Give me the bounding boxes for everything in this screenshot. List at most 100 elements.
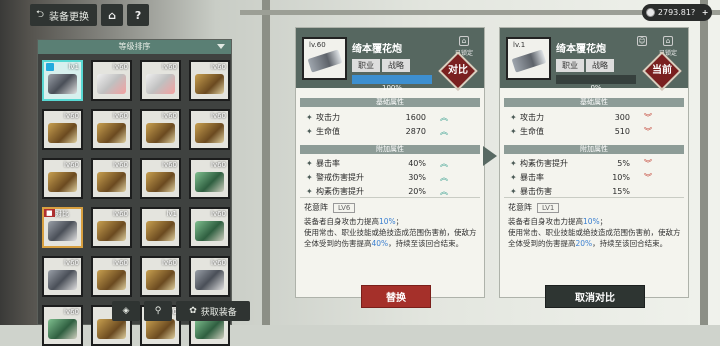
card-level: lv60 [211, 259, 226, 267]
stat-label: 暴击伤害 [520, 186, 552, 196]
item-name: 绮本覆花炮 [352, 44, 402, 55]
equipment-card[interactable]: lv60 [140, 60, 181, 101]
filter-icon: ◈ [122, 306, 130, 316]
back-label: 装备更换 [49, 11, 90, 23]
cannon-icon [511, 49, 547, 73]
help-button[interactable]: ? [127, 4, 150, 26]
compare-item-panel: lv.60 绮本覆花炮 职业 战略 100% ⌂ 已锁定 对比 基础属性 ✦ 攻击力… [295, 27, 485, 308]
compare-stamp: 对比 [438, 51, 478, 91]
equipment-card[interactable]: lv60 [91, 60, 132, 101]
stat-value: 40% [408, 158, 426, 168]
stat-icon: ✦ [306, 158, 313, 168]
sort-label: 等级排序 [118, 42, 151, 51]
cannon-icon [307, 49, 343, 73]
stat-value: 30% [408, 172, 426, 182]
chevron-down-icon [217, 44, 225, 49]
equipment-card[interactable]: lv60 [189, 109, 230, 150]
equipment-card[interactable]: lv60 [91, 256, 132, 297]
card-level: lv1 [166, 210, 177, 218]
arrow-down-icon: ︾ [644, 112, 652, 122]
stat-label: 攻击力 [316, 112, 340, 122]
equipment-card[interactable]: lv60 [91, 207, 132, 248]
filter-button[interactable]: ◈ [112, 301, 140, 321]
stat-row: ✦ 生命值 2870 ︽ [306, 125, 474, 137]
sort-dropdown[interactable]: 等级排序 [38, 40, 231, 54]
stat-label: 构素伤害提升 [316, 186, 364, 196]
stat-label: 构素伤害提升 [520, 158, 568, 168]
skill-level: LV1 [537, 202, 560, 213]
card-level: lv60 [162, 112, 177, 120]
equipment-card[interactable]: lv1 [140, 207, 181, 248]
card-level: lv60 [113, 63, 128, 71]
home-button[interactable]: ⌂ [101, 4, 124, 26]
stat-icon: ✦ [510, 186, 517, 196]
stat-label: 生命值 [520, 126, 544, 136]
stat-row: ✦ 生命值 510 ︾ [510, 125, 678, 137]
add-currency-button[interactable]: + [698, 8, 712, 17]
skill-header: 花意阵 LV6 [304, 202, 356, 213]
replace-button[interactable]: 替换 [361, 285, 431, 308]
desc-highlight: 40% [371, 239, 389, 248]
card-level: lv60 [113, 112, 128, 120]
equipment-card[interactable]: lv1 [42, 60, 83, 101]
list-toolbar: ◈ ⚲ ✿ 获取装备 [37, 300, 250, 322]
item-header: lv.1 绮本覆花炮 职业 战略 0% ☺ ⌂ 已锁定 当前 [500, 28, 688, 92]
card-level: lv60 [211, 161, 226, 169]
stat-label: 警戒伤害提升 [316, 172, 364, 182]
item-level: lv.1 [513, 41, 526, 49]
coin-icon [646, 8, 655, 17]
card-level: lv60 [113, 259, 128, 267]
equipped-check-icon [46, 63, 54, 71]
equipment-card[interactable]: lv60 [140, 109, 181, 150]
equipment-icon [146, 74, 175, 94]
stat-icon: ✦ [306, 186, 313, 196]
equipment-card[interactable]: lv60 [42, 158, 83, 199]
arrow-up-icon: ︽ [440, 126, 448, 136]
equipment-card[interactable]: lv60 [189, 207, 230, 248]
card-level: lv60 [64, 112, 79, 120]
card-level: lv60 [162, 63, 177, 71]
desc-text: 装备者自身攻击力提高 [304, 217, 379, 226]
stat-value: 20% [408, 186, 426, 196]
arrow-down-icon: ︾ [644, 126, 652, 136]
job-label: 职业 [352, 59, 380, 72]
obtain-equipment-button[interactable]: ✿ 获取装备 [176, 301, 250, 321]
equipment-card[interactable]: lv60 [189, 256, 230, 297]
item-name: 绮本覆花炮 [556, 44, 606, 55]
skill-name: 花意阵 [508, 203, 532, 212]
progress-fill [352, 75, 432, 84]
extra-stats-title: 附加属性 [300, 145, 480, 154]
arrow-up-icon: ︽ [440, 158, 448, 168]
equipment-card[interactable]: lv60 [91, 158, 132, 199]
equipment-card[interactable]: lv60 [140, 256, 181, 297]
equipment-card[interactable]: lv60 [91, 109, 132, 150]
equipment-card[interactable]: lv60 [189, 158, 230, 199]
desc-text: ，持续至该回合结束。 [592, 239, 668, 248]
divider [504, 197, 684, 198]
card-level: lv60 [64, 161, 79, 169]
stamp-label: 对比 [448, 65, 468, 76]
item-thumbnail: lv.60 [302, 37, 347, 80]
equipment-card[interactable]: lv60 [140, 158, 181, 199]
equipment-card[interactable]: lv60 [42, 256, 83, 297]
equipment-icon [146, 123, 175, 143]
stat-row: ✦ 攻击力 300 ︾ [510, 111, 678, 123]
equipment-icon [97, 123, 126, 143]
equipment-card[interactable]: lv60 [189, 60, 230, 101]
sort-button[interactable]: ⚲ [144, 301, 172, 321]
stat-value: 510 [614, 126, 630, 136]
obtain-icon: ✿ [189, 306, 197, 316]
cancel-compare-button[interactable]: 取消对比 [545, 285, 645, 308]
equipment-icon [195, 221, 224, 241]
equipment-icon [48, 123, 77, 143]
base-stats-title: 基础属性 [300, 98, 480, 107]
equipment-card[interactable]: lv60 [42, 109, 83, 150]
equipment-card[interactable]: ■ 对比 [42, 207, 83, 248]
skill-header: 花意阵 LV1 [508, 202, 560, 213]
stat-row: ✦ 警戒伤害提升 30% ︽ [306, 171, 474, 183]
compare-badge: ■ [44, 209, 55, 217]
equipment-icon [48, 221, 77, 241]
arrow-up-icon: ︽ [440, 186, 448, 196]
back-button[interactable]: ⮌ 装备更换 [30, 4, 98, 26]
card-level: 对比 [55, 210, 69, 218]
